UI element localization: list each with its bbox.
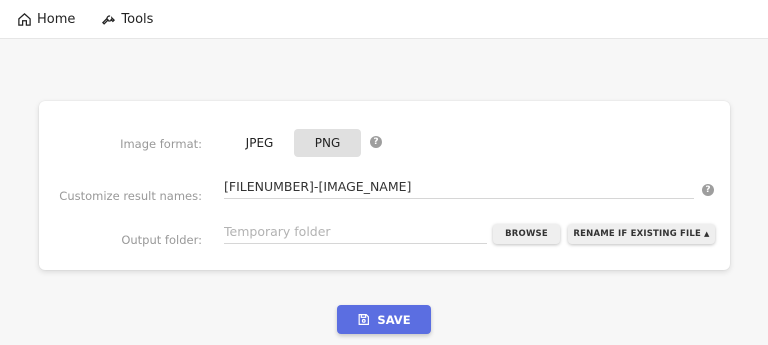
image-format-label: Image format: xyxy=(120,137,202,151)
output-folder-label: Output folder: xyxy=(121,233,202,247)
result-names-field[interactable] xyxy=(224,179,694,199)
nav-home-label: Home xyxy=(37,11,76,27)
result-names-label: Customize result names: xyxy=(59,189,202,203)
format-option-jpeg[interactable]: JPEG xyxy=(232,129,287,157)
result-names-input[interactable] xyxy=(224,179,694,194)
nav-home[interactable]: Home xyxy=(17,12,75,27)
caret-up-icon: ▲ xyxy=(704,230,710,238)
image-format-help-icon[interactable]: ? xyxy=(370,136,382,148)
file-conflict-dropdown[interactable]: RENAME IF EXISTING FILE ▲ xyxy=(568,224,715,244)
wrench-icon xyxy=(102,14,116,25)
output-folder-input[interactable] xyxy=(224,224,487,239)
floppy-disk-icon xyxy=(358,314,370,325)
result-names-help-icon[interactable]: ? xyxy=(702,184,714,196)
output-folder-field[interactable] xyxy=(224,224,487,244)
file-conflict-label: RENAME IF EXISTING FILE xyxy=(573,229,702,239)
format-option-png[interactable]: PNG xyxy=(294,129,361,157)
save-label: SAVE xyxy=(377,312,411,327)
save-button[interactable]: SAVE xyxy=(337,305,431,334)
nav-tools[interactable]: Tools xyxy=(101,12,153,27)
home-icon xyxy=(18,12,31,26)
browse-button[interactable]: BROWSE xyxy=(493,224,560,244)
top-nav: Home Tools xyxy=(0,0,768,39)
nav-tools-label: Tools xyxy=(121,11,154,27)
settings-card: Image format: JPEG PNG ? Customize resul… xyxy=(39,101,730,270)
